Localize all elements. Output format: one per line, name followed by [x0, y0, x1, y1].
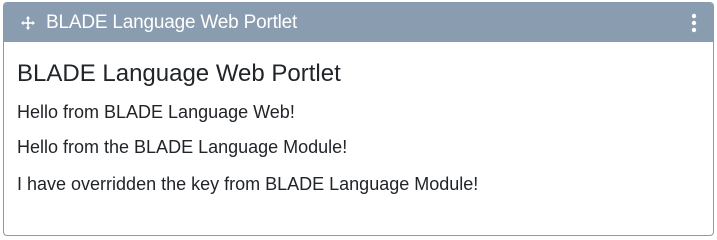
portlet: BLADE Language Web Portlet BLADE Languag…: [3, 2, 714, 236]
move-arrows-icon[interactable]: [19, 14, 37, 32]
portlet-topper-title: BLADE Language Web Portlet: [46, 12, 298, 33]
message-overridden-key: I have overridden the key from BLADE Lan…: [17, 174, 479, 194]
portlet-content: BLADE Language Web Portlet Hello from BL…: [4, 59, 713, 195]
portlet-title: BLADE Language Web Portlet: [17, 60, 341, 87]
message-language-module: Hello from the BLADE Language Module!: [17, 137, 348, 157]
portlet-topper: BLADE Language Web Portlet: [4, 3, 713, 42]
vertical-ellipsis-icon[interactable]: [685, 11, 703, 35]
message-language-web: Hello from BLADE Language Web!: [17, 102, 295, 122]
